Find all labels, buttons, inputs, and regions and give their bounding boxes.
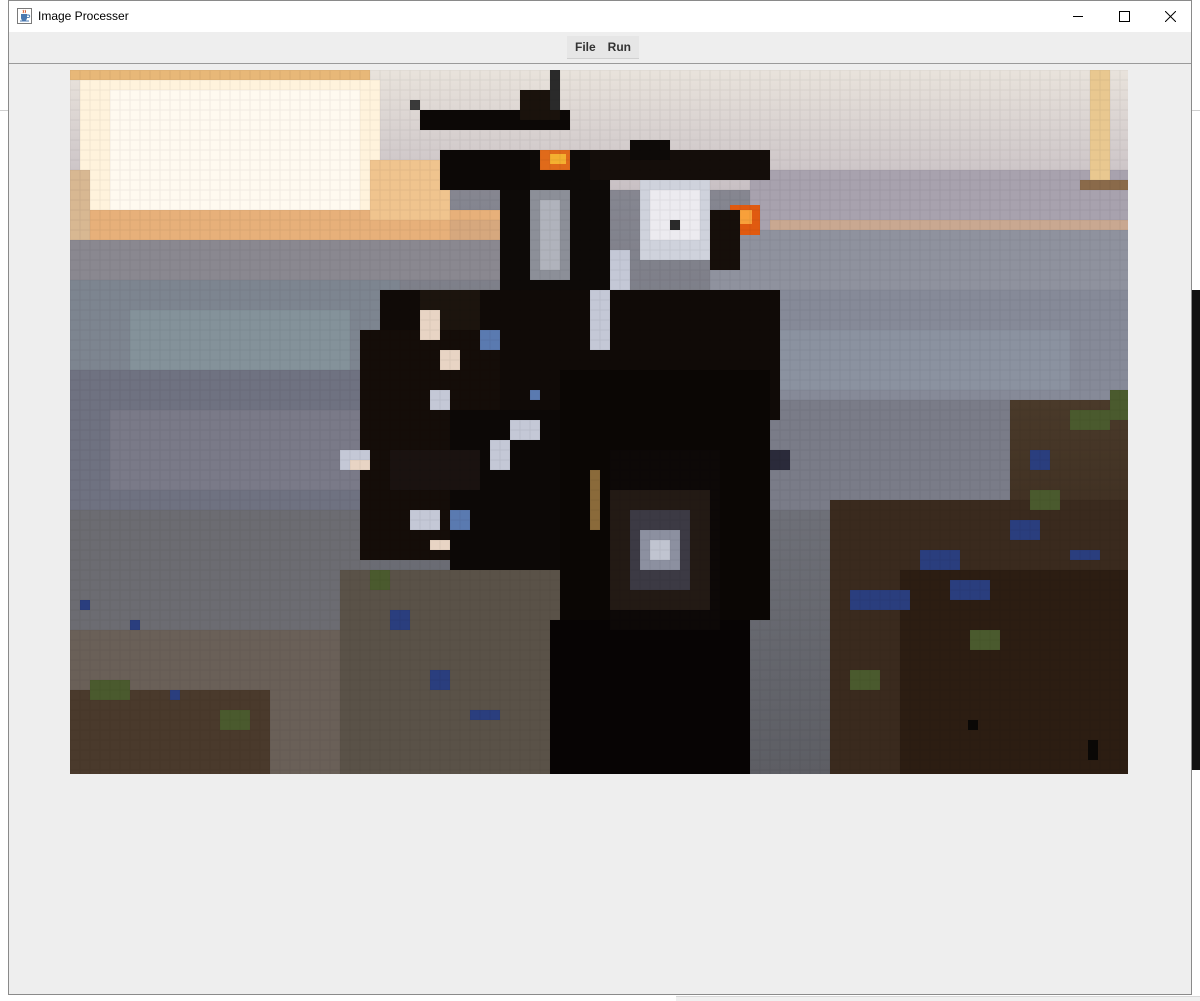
background-window-strip (1192, 290, 1200, 770)
window-title: Image Processer (38, 9, 129, 23)
processed-image (70, 70, 1128, 774)
pixelated-motorcycle-photo (70, 70, 1128, 774)
desktop-background: Image Processer File Run (0, 0, 1200, 1001)
background-window-bottom (676, 996, 1200, 1001)
background-window-edge (0, 110, 8, 111)
menu-file[interactable]: File (569, 36, 602, 58)
background-window-edge (1192, 110, 1200, 111)
close-icon (1164, 7, 1176, 26)
maximize-icon (1118, 7, 1130, 26)
title-bar[interactable]: Image Processer (9, 1, 1191, 32)
menu-toolbar: File Run (9, 32, 1191, 64)
minimize-icon (1072, 7, 1084, 26)
menu-bar: File Run (567, 36, 639, 59)
content-area (9, 64, 1191, 994)
menu-run[interactable]: Run (602, 36, 637, 58)
close-button[interactable] (1147, 1, 1193, 31)
minimize-button[interactable] (1055, 1, 1101, 31)
maximize-button[interactable] (1101, 1, 1147, 31)
java-cup-icon (17, 8, 32, 24)
app-window: Image Processer File Run (8, 0, 1192, 995)
